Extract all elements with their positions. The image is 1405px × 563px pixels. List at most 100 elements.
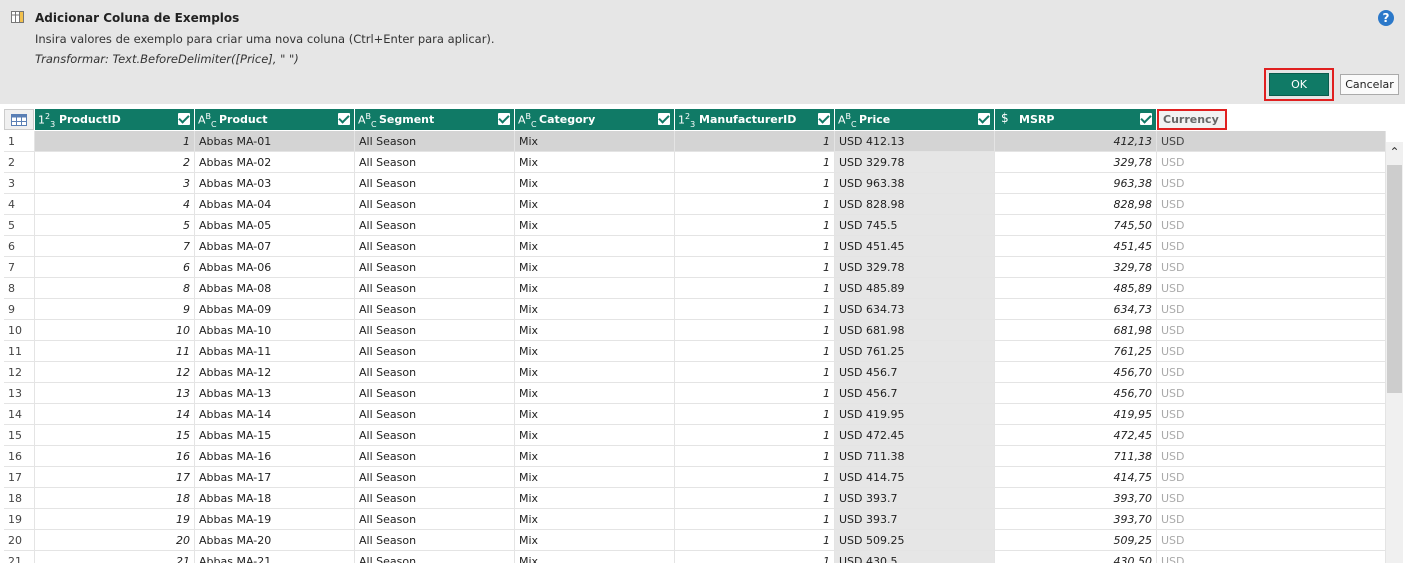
cell-product: Abbas MA-09 [195,299,355,320]
cell-manufacturerid: 1 [675,425,835,446]
table-menu-icon[interactable] [4,109,34,130]
cell-manufacturerid: 1 [675,320,835,341]
new-column-name-input[interactable]: Currency [1157,109,1227,130]
text-type-icon[interactable]: ABC [838,112,857,129]
table-row[interactable]: 20 20 Abbas MA-20 All Season Mix 1 USD 509.25 5… [4,530,1386,551]
table-row[interactable]: 11 11 Abbas MA-11 All Season Mix 1 USD 761.25 7… [4,341,1386,362]
cell-currency-example-input[interactable]: USD [1157,467,1386,488]
table-row[interactable]: 15 15 Abbas MA-15 All Season Mix 1 USD 472.45 4… [4,425,1386,446]
cell-currency-example-input[interactable]: USD [1157,530,1386,551]
cell-currency-example-input[interactable]: USD [1157,425,1386,446]
table-row[interactable]: 7 6 Abbas MA-06 All Season Mix 1 USD 329.78 329… [4,257,1386,278]
cell-segment: All Season [355,320,515,341]
column-checkbox-icon[interactable] [338,113,350,125]
column-header-label: Category [539,113,596,126]
cell-product: Abbas MA-04 [195,194,355,215]
table-row[interactable]: 19 19 Abbas MA-19 All Season Mix 1 USD 393.7 39… [4,509,1386,530]
table-row[interactable]: 14 14 Abbas MA-14 All Season Mix 1 USD 419.95 4… [4,404,1386,425]
table-row[interactable]: 2 2 Abbas MA-02 All Season Mix 1 USD 329.78 329… [4,152,1386,173]
table-row[interactable]: 3 3 Abbas MA-03 All Season Mix 1 USD 963.38 963… [4,173,1386,194]
table-add-column-icon [11,11,24,23]
cell-price: USD 451.45 [835,236,995,257]
cell-currency-example-input[interactable]: USD [1157,362,1386,383]
column-header-productid[interactable]: 123 ProductID [35,109,195,130]
cell-currency-example-input[interactable]: USD [1157,173,1386,194]
row-number: 19 [4,509,35,530]
column-checkbox-icon[interactable] [178,113,190,125]
column-checkbox-icon[interactable] [978,113,990,125]
cell-manufacturerid: 1 [675,299,835,320]
row-number: 18 [4,488,35,509]
scrollbar-thumb[interactable] [1387,165,1402,393]
text-type-icon[interactable]: ABC [198,112,217,129]
cell-currency-example-input[interactable]: USD [1157,152,1386,173]
table-row[interactable]: 16 16 Abbas MA-16 All Season Mix 1 USD 711.38 7… [4,446,1386,467]
table-row[interactable]: 21 21 Abbas MA-21 All Season Mix 1 USD 430.5 43… [4,551,1386,563]
cell-manufacturerid: 1 [675,173,835,194]
ok-button[interactable]: OK [1269,73,1329,96]
table-row[interactable]: 17 17 Abbas MA-17 All Season Mix 1 USD 414.75 4… [4,467,1386,488]
cell-msrp: 634,73 [995,299,1157,320]
cell-currency-example-input[interactable]: USD [1157,509,1386,530]
table-row[interactable]: 9 9 Abbas MA-09 All Season Mix 1 USD 634.73 634… [4,299,1386,320]
cell-currency-example-input[interactable]: USD [1157,278,1386,299]
cell-productid: 10 [35,320,195,341]
cancel-button[interactable]: Cancelar [1340,74,1399,95]
cell-currency-example-input[interactable]: USD [1157,215,1386,236]
cell-price: USD 963.38 [835,173,995,194]
cell-currency-example-input[interactable]: USD [1157,341,1386,362]
column-header-manufacturerid[interactable]: 123 ManufacturerID [675,109,835,130]
help-icon[interactable]: ? [1378,10,1394,26]
table-row[interactable]: 18 18 Abbas MA-18 All Season Mix 1 USD 393.7 39… [4,488,1386,509]
cell-price: USD 414.75 [835,467,995,488]
table-row[interactable]: 4 4 Abbas MA-04 All Season Mix 1 USD 828.98 828… [4,194,1386,215]
row-number: 13 [4,383,35,404]
cell-product: Abbas MA-19 [195,509,355,530]
column-checkbox-icon[interactable] [1140,113,1152,125]
cell-currency-example-input[interactable]: USD [1157,488,1386,509]
cell-currency-example-input[interactable]: USD [1157,299,1386,320]
column-header-price[interactable]: ABC Price [835,109,995,130]
column-checkbox-icon[interactable] [498,113,510,125]
table-row[interactable]: 10 10 Abbas MA-10 All Season Mix 1 USD 681.98 6… [4,320,1386,341]
cell-manufacturerid: 1 [675,236,835,257]
table-row[interactable]: 8 8 Abbas MA-08 All Season Mix 1 USD 485.89 485… [4,278,1386,299]
table-row[interactable]: 1 1 Abbas MA-01 All Season Mix 1 USD 412.13 412… [4,131,1386,152]
column-checkbox-icon[interactable] [658,113,670,125]
cell-segment: All Season [355,362,515,383]
table-row[interactable]: 6 7 Abbas MA-07 All Season Mix 1 USD 451.45 451… [4,236,1386,257]
cell-currency-example-input[interactable]: USD [1157,194,1386,215]
cell-msrp: 414,75 [995,467,1157,488]
cell-currency-example-input[interactable]: USD [1157,551,1386,563]
text-type-icon[interactable]: ABC [358,112,377,129]
cell-category: Mix [515,488,675,509]
cell-currency-example-input[interactable]: USD [1157,257,1386,278]
scroll-up-arrow-icon[interactable]: ⌃ [1386,142,1403,162]
cell-msrp: 456,70 [995,362,1157,383]
column-header-msrp[interactable]: $ MSRP [995,109,1157,130]
column-header-category[interactable]: ABC Category [515,109,675,130]
cell-currency-example-input[interactable]: USD [1157,320,1386,341]
cell-segment: All Season [355,467,515,488]
column-checkbox-icon[interactable] [818,113,830,125]
cell-currency-example-input[interactable]: USD [1157,236,1386,257]
table-row[interactable]: 12 12 Abbas MA-12 All Season Mix 1 USD 456.7 45… [4,362,1386,383]
currency-type-icon[interactable]: $ [1001,111,1009,125]
cell-manufacturerid: 1 [675,362,835,383]
cell-msrp: 681,98 [995,320,1157,341]
number-type-icon[interactable]: 123 [678,112,695,129]
cell-category: Mix [515,467,675,488]
column-header-label: Product [219,113,268,126]
cell-productid: 7 [35,236,195,257]
cell-currency-example-input[interactable]: USD [1157,383,1386,404]
text-type-icon[interactable]: ABC [518,112,537,129]
column-header-segment[interactable]: ABC Segment [355,109,515,130]
table-row[interactable]: 13 13 Abbas MA-13 All Season Mix 1 USD 456.7 45… [4,383,1386,404]
table-row[interactable]: 5 5 Abbas MA-05 All Season Mix 1 USD 745.5 745,… [4,215,1386,236]
cell-currency-example-input[interactable]: USD [1157,446,1386,467]
cell-currency-example-input[interactable]: USD [1157,131,1386,152]
column-header-product[interactable]: ABC Product [195,109,355,130]
cell-price: USD 393.7 [835,488,995,509]
cell-currency-example-input[interactable]: USD [1157,404,1386,425]
number-type-icon[interactable]: 123 [38,112,55,129]
